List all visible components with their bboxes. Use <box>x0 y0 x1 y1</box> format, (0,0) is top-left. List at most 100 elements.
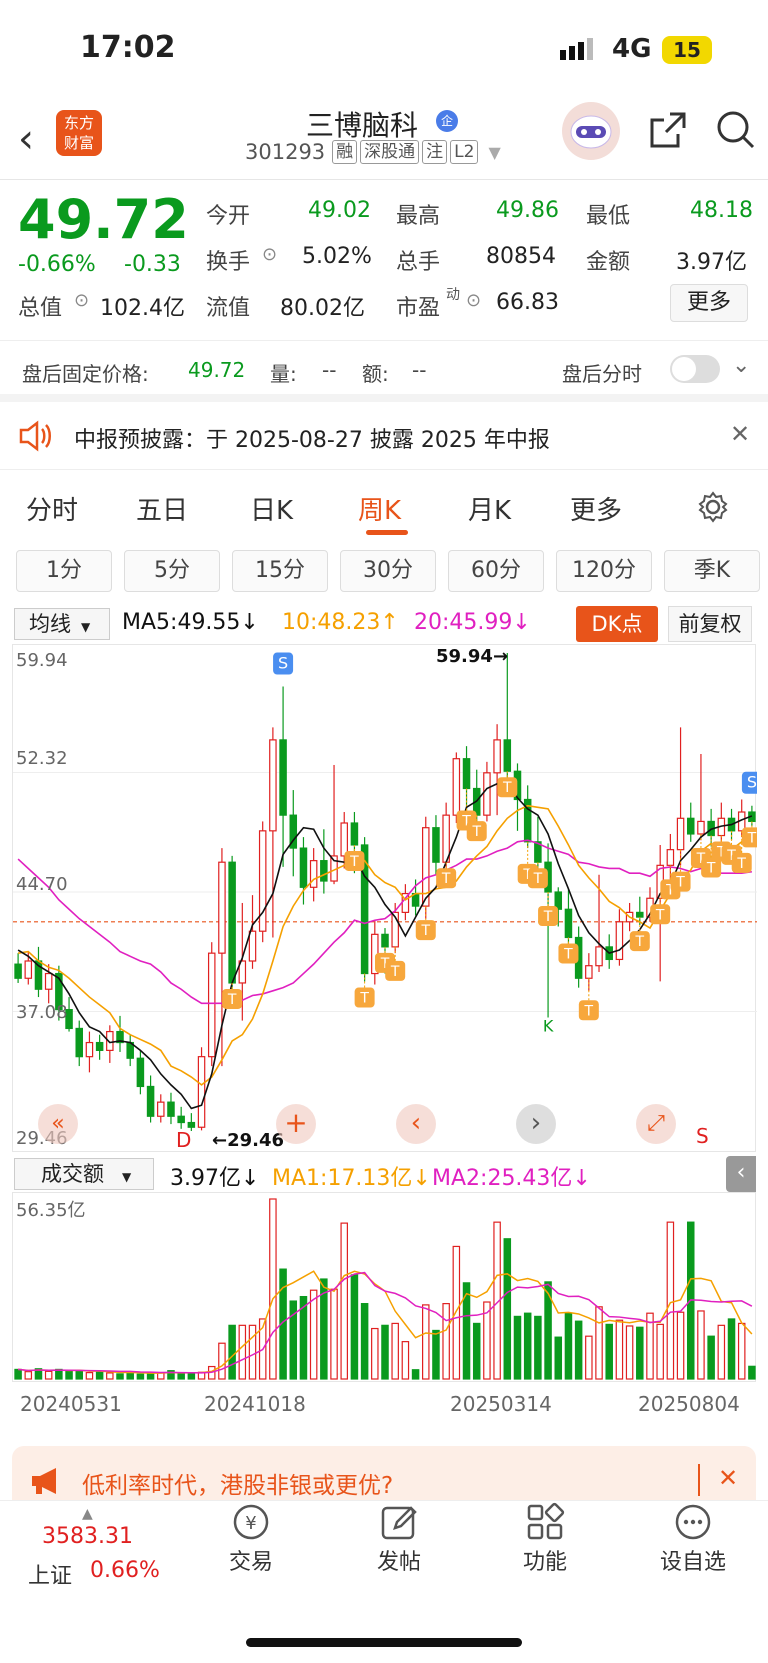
nav-watchlist-label: 设自选 <box>659 1550 726 1575</box>
adjust-button[interactable]: 前复权 <box>668 606 752 642</box>
volume-bar-up <box>656 1323 664 1380</box>
tab-5day[interactable]: 五日 <box>136 490 188 527</box>
volume-bar-down <box>14 1368 22 1380</box>
zoom-in-button[interactable]: + <box>276 1104 316 1144</box>
nav-post[interactable]: 发帖 <box>344 1500 454 1576</box>
candle-up <box>493 739 501 774</box>
volume-readout: 3.97亿↓ <box>170 1166 260 1191</box>
brand-text-1: 东方 <box>63 114 94 132</box>
tab-weekly[interactable]: 周K <box>358 490 401 527</box>
candle-down <box>462 758 471 790</box>
prev-button[interactable]: ‹ <box>396 1104 436 1144</box>
candle-down <box>167 1101 175 1117</box>
volume-bar-up <box>737 1322 746 1380</box>
volume-bar-down <box>605 1323 613 1380</box>
high-label: 最高 <box>396 204 441 229</box>
dropdown-icon[interactable]: ▼ <box>488 143 500 162</box>
volume-bar-up <box>391 1322 399 1380</box>
candle-down <box>95 1041 104 1051</box>
stock-name[interactable]: 三博脑科 <box>306 104 418 144</box>
candle-up <box>207 952 216 1058</box>
tab-more[interactable]: 更多 <box>570 490 622 527</box>
fullscreen-icon[interactable]: ⤢ <box>636 1104 676 1144</box>
ma-select-label: 均线 <box>29 612 71 636</box>
volume-bar-down <box>727 1318 736 1380</box>
status-bar: 17:02 4G 15 <box>0 0 768 100</box>
search-icon[interactable] <box>714 108 758 156</box>
chevron-down-icon[interactable]: ⌄ <box>732 353 750 378</box>
volume-bar-down <box>360 1303 369 1380</box>
home-indicator <box>246 1638 522 1647</box>
volume-bar-up <box>595 1306 603 1380</box>
volume-chart[interactable] <box>12 1192 756 1382</box>
share-icon[interactable] <box>648 110 688 154</box>
tag-connect: 深股通 <box>360 140 420 164</box>
period-quarter[interactable]: 季K <box>664 550 760 592</box>
period-15min[interactable]: 15分 <box>232 550 328 592</box>
volume-bar-up <box>24 1371 33 1380</box>
volume-bar-down <box>472 1322 481 1380</box>
nav-trade[interactable]: ¥ 交易 <box>196 1500 306 1576</box>
collapse-icon[interactable]: ‹ <box>726 1156 756 1192</box>
period-120min[interactable]: 120分 <box>556 550 652 592</box>
candle-up <box>666 849 675 866</box>
close-icon[interactable]: ✕ <box>718 1464 738 1492</box>
brand-logo[interactable]: 东方 财富 <box>56 110 102 156</box>
notice-bar[interactable]: 中报预披露：于 2025-08-27 披露 2025 年中报 ✕ <box>0 402 768 470</box>
tab-intraday[interactable]: 分时 <box>26 490 78 527</box>
volume-select[interactable]: 成交额 ▼ <box>14 1158 154 1190</box>
t-marker-text: T <box>747 830 757 846</box>
volume-bar-down <box>381 1324 389 1380</box>
after-hours-toggle[interactable] <box>670 355 720 383</box>
period-1min[interactable]: 1分 <box>16 550 112 592</box>
price-tick-3: 44.70 <box>16 874 68 895</box>
battery-icon: 15 <box>662 36 712 64</box>
pe-value: 66.83 <box>496 290 559 315</box>
candle-up <box>197 1056 206 1128</box>
after-amt: -- <box>412 358 427 382</box>
tab-monthly[interactable]: 月K <box>468 490 511 527</box>
t-marker-text: T <box>736 856 746 872</box>
volume-bar-up <box>269 1198 277 1380</box>
kline-chart[interactable]: SSKTTTTTTTTTTTTTTTTTTTTTTTTT <box>12 644 762 1152</box>
close-icon[interactable]: ✕ <box>730 420 750 448</box>
candle-up <box>452 758 461 816</box>
candle-up <box>157 1101 165 1117</box>
date-tick-4: 20250804 <box>638 1392 740 1416</box>
s-signal-text: S <box>747 773 757 792</box>
period-30min[interactable]: 30分 <box>340 550 436 592</box>
volume-bar-up <box>309 1289 318 1380</box>
mktcap-label: 总值 <box>18 296 63 321</box>
period-5min[interactable]: 5分 <box>124 550 220 592</box>
volume-bar-down <box>411 1369 420 1380</box>
info-icon[interactable]: ⊙ <box>466 290 481 311</box>
vol-ma2-readout: MA2:25.43亿↓ <box>432 1166 591 1191</box>
index-percent[interactable]: 0.66% <box>90 1558 160 1583</box>
nav-function[interactable]: 功能 <box>490 1500 600 1576</box>
info-icon[interactable]: ⊙ <box>74 290 89 311</box>
more-button[interactable]: 更多 <box>670 284 748 322</box>
ma-select[interactable]: 均线 ▼ <box>14 608 110 640</box>
gear-icon[interactable] <box>696 490 730 528</box>
index-name[interactable]: 上证 <box>28 1558 72 1590</box>
period-60min[interactable]: 60分 <box>448 550 544 592</box>
candle-up <box>24 960 33 979</box>
zoom-out-button[interactable]: « <box>38 1104 78 1144</box>
next-button[interactable]: › <box>516 1104 556 1144</box>
after-hours-bar: 盘后固定价格: 49.72 量: -- 额: -- 盘后分时 ⌄ <box>0 340 768 402</box>
t-marker-text: T <box>706 861 716 877</box>
high-value: 49.86 <box>496 198 559 223</box>
info-icon[interactable]: ⊙ <box>262 244 277 265</box>
nav-watchlist[interactable]: 设自选 <box>638 1500 748 1576</box>
t-marker-text: T <box>441 871 451 887</box>
dk-button[interactable]: DK点 <box>576 606 658 642</box>
amount-label: 金额 <box>586 250 631 275</box>
candle-up <box>85 1041 94 1058</box>
volume-bar-up <box>666 1221 675 1380</box>
tab-daily[interactable]: 日K <box>250 490 293 527</box>
assistant-avatar[interactable] <box>562 102 620 160</box>
index-value[interactable]: 3583.31 <box>42 1524 133 1549</box>
candle-up <box>483 772 491 816</box>
back-icon[interactable]: ‹ <box>18 116 34 162</box>
vol-ma1-readout: MA1:17.13亿↓ <box>272 1166 431 1191</box>
